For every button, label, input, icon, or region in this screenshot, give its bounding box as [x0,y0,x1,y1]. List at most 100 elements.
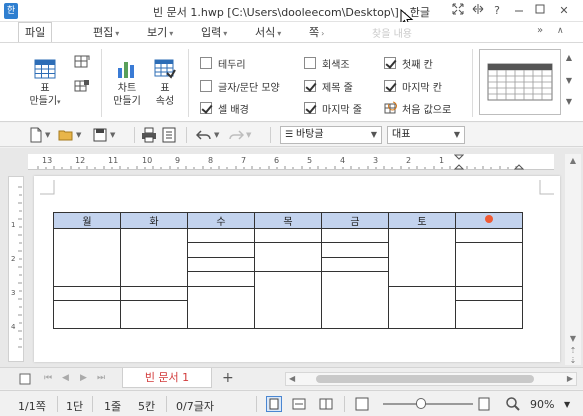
chevron-down-icon[interactable]: ▼ [214,131,219,139]
gallery-up-icon[interactable]: ▲ [562,53,576,62]
table-cell[interactable] [321,228,389,243]
reset-defaults-button[interactable]: 처음 값으로 [384,100,451,116]
ribbon-collapse-icon[interactable]: ∧ [557,26,564,36]
width-view-icon[interactable] [291,396,307,412]
font-combo[interactable]: 대표 ▼ [387,126,465,144]
ribbon-expand-icon[interactable]: » [537,25,543,36]
scroll-down-icon[interactable]: ▼ [565,334,581,346]
zoom-level[interactable]: 90% [530,398,554,411]
chevron-down-icon[interactable]: ▼ [110,131,115,139]
table-cell[interactable] [53,300,121,329]
scroll-left-icon[interactable]: ◀ [289,374,295,383]
gallery-down-icon[interactable]: ▼ [562,76,576,85]
checkbox-first-column[interactable]: 첫째 칸 [384,55,433,71]
table-cell[interactable] [388,228,456,287]
zoom-page-icon[interactable] [476,396,492,412]
new-document-icon[interactable] [28,127,44,143]
indent-marker-icon[interactable] [454,154,464,170]
undo-icon[interactable] [196,127,212,143]
chevron-down-icon[interactable]: ▼ [564,400,570,409]
table-cell[interactable] [187,228,255,243]
table-style-gallery[interactable] [479,49,561,115]
header-cell-sun[interactable] [455,212,523,229]
gallery-scrollbar[interactable]: ▲ ▼ ▼ [562,49,576,115]
table-cell[interactable] [187,271,255,287]
header-cell-thu[interactable]: 목 [254,212,322,229]
header-cell-sat[interactable]: 토 [388,212,456,229]
checkbox-border[interactable]: 테두리 [200,55,246,71]
table-cell[interactable] [254,271,322,329]
table-cell[interactable] [120,228,188,287]
tab-last-icon[interactable]: ⏭ [97,373,105,383]
table-cell[interactable] [254,228,322,243]
document-page[interactable]: 월 화 수 목 금 토 [34,176,560,362]
expand-icon[interactable] [450,3,466,19]
table-cell[interactable] [455,286,523,301]
horizontal-ruler[interactable]: 13 12 11 10 9 8 7 6 5 4 3 2 1 [28,154,554,170]
checkbox-last-column[interactable]: 마지막 칸 [384,78,442,94]
tab-prev-icon[interactable]: ◀ [62,373,69,383]
horizontal-scroll-thumb[interactable] [316,375,534,383]
multi-page-view-icon[interactable] [318,396,334,412]
table-cell[interactable] [321,271,389,329]
vertical-ruler[interactable]: 1 2 3 4 [8,176,24,362]
table-cell[interactable] [53,286,121,301]
tab-first-icon[interactable]: ⏮ [44,373,52,383]
table-cell[interactable] [455,242,523,287]
print-preview-icon[interactable] [161,127,177,143]
tab-list-icon[interactable] [18,372,32,386]
table-properties-button[interactable]: 표 속성 [148,59,182,108]
table-cell[interactable] [120,300,188,329]
resize-width-icon[interactable] [470,3,486,19]
table-cell[interactable] [455,300,523,329]
checkbox-header-row[interactable]: 제목 줄 [304,78,353,94]
maximize-icon[interactable] [532,3,548,19]
menu-format[interactable]: 서식 ▾ [255,24,281,40]
tab-next-icon[interactable]: ▶ [80,373,87,383]
table-grid-icon[interactable] [74,55,90,72]
style-combo[interactable]: ☰ 바탕글 ▼ [280,126,382,144]
scroll-up-icon[interactable]: ▲ [565,156,581,168]
vertical-scrollbar[interactable]: ▲ ▼ ⇡ ⇣ [565,154,581,365]
checkbox-char-para-format[interactable]: 글자/문단 모양 [200,78,280,94]
redo-icon[interactable] [228,127,244,143]
table-cell[interactable] [187,242,255,258]
gallery-more-icon[interactable]: ▼ [562,97,576,106]
menu-page[interactable]: 쪽 › [309,24,324,40]
table-cell[interactable] [53,228,121,287]
checkbox-grayscale[interactable]: 회색조 [304,55,350,71]
header-cell-fri[interactable]: 금 [321,212,389,229]
header-cell-tue[interactable]: 화 [120,212,188,229]
close-icon[interactable]: ✕ [556,3,572,19]
calendar-table[interactable]: 월 화 수 목 금 토 [53,212,523,329]
table-cell[interactable] [120,286,188,301]
right-margin-marker-icon[interactable] [514,154,524,170]
page-view-icon[interactable] [266,396,282,412]
help-icon[interactable]: ? [489,3,505,19]
table-cell[interactable] [187,257,255,272]
table-cell[interactable] [321,242,389,258]
chevron-down-icon[interactable]: ▼ [246,131,251,139]
scroll-right-icon[interactable]: ▶ [567,374,573,383]
save-icon[interactable] [92,127,108,143]
table-cell[interactable] [455,228,523,243]
menu-view[interactable]: 보기 ▾ [147,24,173,40]
zoom-slider-track[interactable] [383,403,473,405]
zoom-fit-icon[interactable] [354,396,370,412]
menu-file[interactable]: 파일 [18,22,53,42]
checkbox-last-row[interactable]: 마지막 줄 [304,100,362,116]
menu-insert[interactable]: 입력 ▾ [201,24,227,40]
table-cell[interactable] [321,257,389,272]
chevron-down-icon[interactable]: ▼ [76,131,81,139]
zoom-slider-thumb[interactable] [416,398,426,409]
header-cell-mon[interactable]: 월 [53,212,121,229]
print-icon[interactable] [141,127,157,143]
document-tab[interactable]: 빈 문서 1 [122,368,212,388]
add-tab-button[interactable]: + [222,370,234,386]
checkbox-cell-background[interactable]: 셀 배경 [200,100,249,116]
header-cell-wed[interactable]: 수 [187,212,255,229]
table-cell[interactable] [254,242,322,272]
zoom-magnifier-icon[interactable] [505,396,521,412]
table-eraser-icon[interactable] [74,79,90,96]
chart-create-button[interactable]: 차트 만들기 [107,59,147,108]
